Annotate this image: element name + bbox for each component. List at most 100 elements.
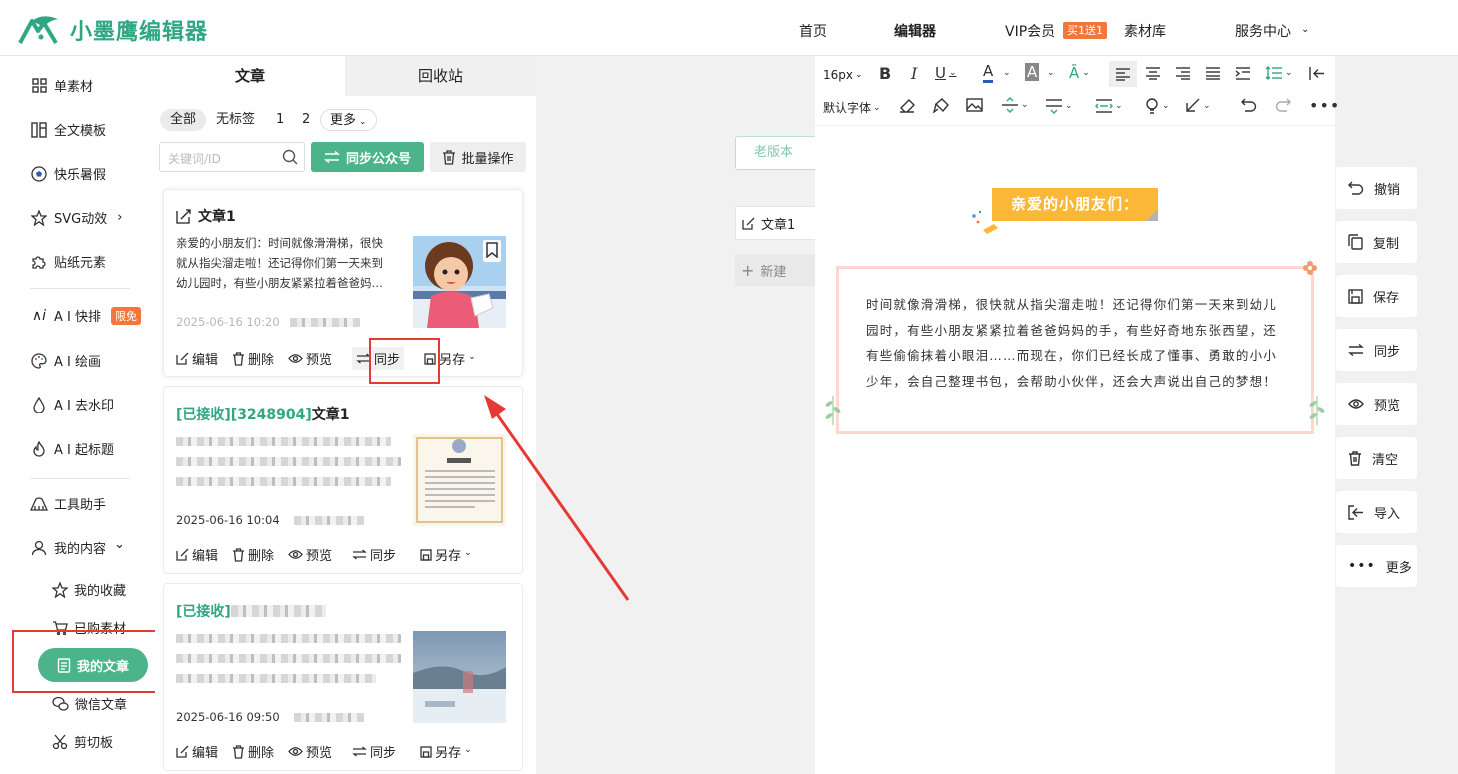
sidebar-sub-clipboard[interactable]: 剪切板 [52, 732, 113, 751]
import-button[interactable]: 导入 [1336, 491, 1417, 533]
sync-button-right[interactable]: 同步 [1336, 329, 1417, 371]
filter-more[interactable]: 更多 ⌄ [320, 109, 377, 131]
search-input[interactable]: 关键词/ID [159, 142, 305, 172]
article-card[interactable]: 文章1 亲爱的小朋友们：时间就像滑滑梯，很快 就从指尖溜走啦！还记得你们第一天来… [163, 189, 523, 377]
filter-tag-1[interactable]: 1 [276, 109, 284, 131]
nav-vip[interactable]: VIP会员 [1005, 21, 1055, 41]
text-effect-icon[interactable]: Ā ⌄ [1069, 64, 1090, 82]
nav-home[interactable]: 首页 [799, 21, 827, 41]
more-button[interactable]: ••• 更多 [1336, 545, 1417, 587]
tab-articles[interactable]: 文章 [155, 56, 345, 96]
sidebar-sub-label: 我的收藏 [74, 584, 127, 599]
font-family-select[interactable]: 默认字体 ⌄ [823, 99, 881, 116]
filter-all[interactable]: 全部 [160, 109, 206, 131]
eagle-logo-icon [18, 16, 58, 45]
undo-icon[interactable] [1241, 98, 1257, 112]
sync-icon [1348, 344, 1364, 356]
article-actions: 编辑 删除 预览 同步 另存 ⌄ [176, 742, 472, 761]
justify-icon[interactable] [1205, 66, 1221, 80]
line-height-icon[interactable]: ⌄ [1265, 66, 1293, 80]
preview-button[interactable]: 预览 [288, 347, 332, 370]
letter-spacing-icon[interactable]: ⌄ [1095, 98, 1123, 114]
more-icon[interactable]: ••• [1309, 96, 1340, 115]
edit-button[interactable]: 编辑 [176, 545, 218, 564]
eye-icon [1348, 398, 1364, 410]
redo-icon[interactable] [1275, 98, 1291, 112]
sidebar-item-ai-layout[interactable]: ∧i A I 快排 限免 [30, 306, 141, 325]
doc-tab-article1[interactable]: 文章1 [735, 206, 816, 240]
sidebar-item-svg[interactable]: SVG动效 › [30, 208, 122, 227]
sidebar-item-tools[interactable]: 工具助手 [30, 494, 106, 513]
edit-note-icon [176, 208, 192, 224]
edit-button[interactable]: 编辑 [176, 742, 218, 761]
article-card[interactable]: [已接收][3248904] 文章1 2025-06-16 10:04 编辑 删除… [163, 386, 523, 574]
sidebar-item-stickers[interactable]: 贴纸元素 [30, 252, 106, 271]
save-as-button[interactable]: 另存 ⌄ [420, 545, 472, 564]
divider [30, 288, 130, 289]
preview-button-right[interactable]: 预览 [1336, 383, 1417, 425]
paragraph-spacing-icon[interactable]: ⌄ [1045, 98, 1073, 114]
spacing-icon[interactable]: ⌄ [1001, 97, 1029, 113]
eraser-icon[interactable] [899, 98, 915, 113]
tab-recycle-bin[interactable]: 回收站 [345, 56, 536, 96]
sidebar-item-templates[interactable]: 全文模板 [30, 120, 106, 139]
undo-button[interactable]: 撤销 [1336, 167, 1417, 209]
sidebar-sub-wechat[interactable]: 微信文章 [52, 694, 127, 713]
greeting-banner[interactable]: 亲爱的小朋友们： [992, 188, 1158, 221]
align-left-icon[interactable] [1109, 61, 1137, 87]
font-color-icon[interactable]: A [983, 63, 994, 83]
preview-button[interactable]: 预览 [288, 742, 332, 761]
bulb-icon[interactable]: ⌄ [1145, 98, 1170, 114]
logo[interactable]: 小墨鹰编辑器 [18, 14, 208, 46]
sync-button[interactable]: 同步 [352, 545, 396, 564]
sidebar-item-label: A I 绘画 [54, 355, 101, 370]
delete-button[interactable]: 删除 [232, 545, 274, 564]
preview-button[interactable]: 预览 [288, 545, 332, 564]
chevron-down-icon[interactable]: ⌄ [1301, 24, 1309, 35]
sync-button[interactable]: 同步 [352, 742, 396, 761]
sidebar-sub-favorites[interactable]: 我的收藏 [52, 580, 126, 599]
format-brush-icon[interactable] [933, 98, 949, 113]
sync-official-account-button[interactable]: 同步公众号 [311, 142, 424, 172]
sidebar-item-single[interactable]: 单素材 [30, 76, 93, 95]
nav-service[interactable]: 服务中心 [1235, 21, 1291, 41]
arrow-down-left-icon[interactable]: ⌄ [1185, 98, 1211, 113]
filter-tag-2[interactable]: 2 [302, 109, 310, 131]
clear-button[interactable]: 清空 [1336, 437, 1417, 479]
sidebar-item-ai-paint[interactable]: A I 绘画 [30, 351, 101, 370]
sidebar-item-my-content[interactable]: 我的内容 ⌄ [30, 537, 125, 557]
article-card[interactable]: [已接收] 2025-06-16 09:50 编辑 删除 预览 同步 另存 ⌄ [163, 583, 523, 771]
bold-icon[interactable]: B [879, 64, 891, 83]
filter-untagged[interactable]: 无标签 [216, 109, 255, 131]
copy-button[interactable]: 复制 [1336, 221, 1417, 263]
delete-button[interactable]: 删除 [232, 347, 274, 370]
sidebar-item-summer[interactable]: 快乐暑假 [30, 164, 106, 183]
batch-operation-button[interactable]: 批量操作 [430, 142, 526, 172]
nav-editor[interactable]: 编辑器 [894, 21, 936, 41]
sidebar-item-label: 工具助手 [54, 498, 107, 513]
chevron-down-icon[interactable]: ⌄ [1003, 68, 1011, 78]
sidebar-item-ai-title[interactable]: A I 起标题 [30, 439, 114, 458]
exit-icon[interactable] [1309, 66, 1325, 81]
highlight-color-icon[interactable]: A [1025, 63, 1040, 81]
sidebar-item-ai-watermark[interactable]: A I 去水印 [30, 395, 114, 414]
image-icon[interactable] [966, 98, 983, 112]
chevron-down-icon[interactable]: ⌄ [1047, 68, 1055, 78]
nav-materials[interactable]: 素材库 [1124, 21, 1166, 41]
search-icon[interactable] [282, 149, 298, 165]
old-version-button[interactable]: 老版本 [735, 136, 818, 170]
save-button[interactable]: 保存 [1336, 275, 1417, 317]
indent-icon[interactable] [1235, 66, 1251, 80]
eye-icon [288, 549, 303, 560]
align-right-icon[interactable] [1175, 66, 1191, 80]
italic-icon[interactable]: I [911, 64, 917, 83]
new-doc-button[interactable]: + 新建 [735, 254, 816, 286]
frame-body-text[interactable]: 时间就像滑滑梯，很快就从指尖溜走啦！还记得你们第一天来到幼儿园时，有些小朋友紧紧… [866, 292, 1288, 395]
edit-button[interactable]: 编辑 [176, 347, 218, 370]
save-as-button[interactable]: 另存 ⌄ [420, 742, 472, 761]
align-center-icon[interactable] [1145, 66, 1161, 80]
delete-button[interactable]: 删除 [232, 742, 274, 761]
underline-icon[interactable]: U ⌄ [935, 64, 957, 82]
font-size-select[interactable]: 16px ⌄ [823, 68, 863, 82]
bookmark-icon[interactable] [485, 242, 499, 258]
